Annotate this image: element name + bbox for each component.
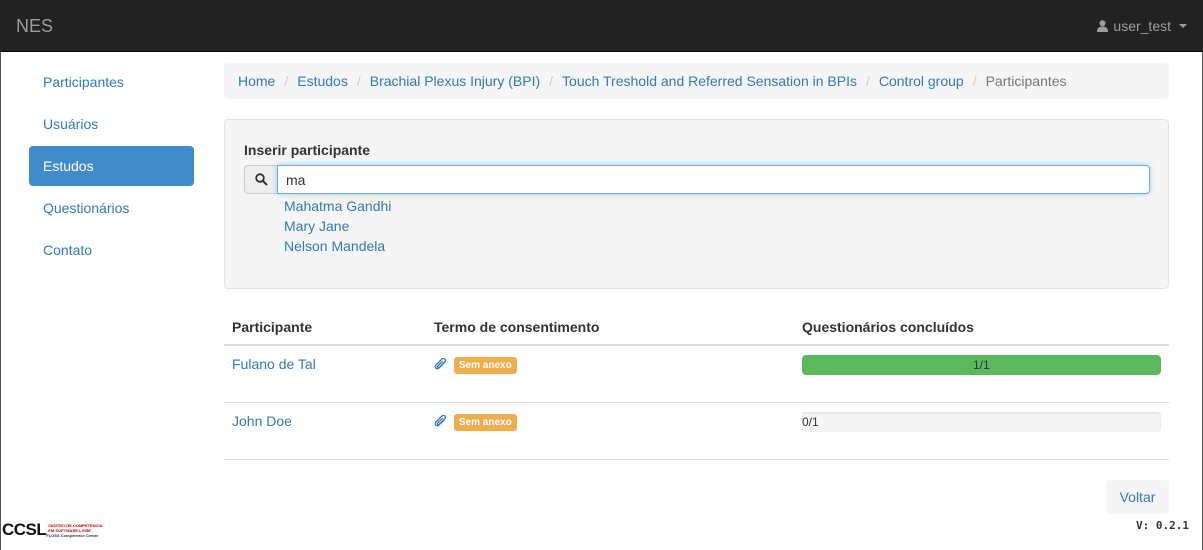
sidebar-item-questionarios[interactable]: Questionários (29, 188, 194, 228)
breadcrumb-estudos[interactable]: Estudos (297, 73, 348, 89)
sidebar-item-estudos[interactable]: Estudos (29, 146, 194, 186)
suggestion-item[interactable]: Mahatma Gandhi (284, 196, 391, 216)
insert-participant-label: Inserir participante (244, 142, 371, 158)
header-termo: Termo de consentimento (434, 319, 600, 335)
progress-bar: 0/1 (802, 412, 1161, 432)
version-label: V: 0.2.1 (1136, 519, 1189, 532)
suggestion-list: Mahatma Gandhi Mary Jane Nelson Mandela (284, 196, 391, 256)
no-attachment-badge: Sem anexo (453, 413, 517, 431)
consent-cell: Sem anexo (434, 356, 517, 374)
sidebar-item-usuarios[interactable]: Usuários (29, 104, 194, 144)
search-addon (244, 165, 278, 194)
participant-link[interactable]: John Doe (232, 413, 292, 429)
suggestion-item[interactable]: Nelson Mandela (284, 236, 391, 256)
brand-logo[interactable]: NES (16, 16, 53, 37)
paperclip-icon[interactable] (434, 415, 448, 429)
insert-participant-panel: Inserir participante Mahatma Gandhi Mary… (224, 119, 1169, 289)
sidebar: Participantes Usuários Estudos Questioná… (29, 62, 194, 272)
breadcrumb-separator: / (865, 73, 870, 89)
back-button[interactable]: Voltar (1106, 480, 1169, 514)
breadcrumb-study[interactable]: Brachial Plexus Injury (BPI) (370, 73, 540, 89)
progress-text: 0/1 (802, 415, 819, 429)
top-navbar: NES user_test (0, 0, 1203, 52)
frame-border-left (0, 52, 1, 550)
breadcrumb-experiment[interactable]: Touch Treshold and Referred Sensation in… (562, 73, 857, 89)
user-menu[interactable]: user_test (1097, 18, 1187, 34)
paperclip-icon[interactable] (434, 358, 448, 372)
breadcrumb: Home / Estudos / Brachial Plexus Injury … (224, 63, 1169, 99)
breadcrumb-home[interactable]: Home (238, 73, 275, 89)
logo-subtext-group: CENTRO DE COMPETÊNCIA EM SOFTWARE LIVRE … (46, 523, 104, 538)
table-row: John Doe Sem anexo 0/1 (224, 403, 1169, 460)
consent-cell: Sem anexo (434, 413, 517, 431)
participant-link[interactable]: Fulano de Tal (232, 356, 316, 372)
logo-subtext: CENTRO DE COMPETÊNCIA EM SOFTWARE LIVRE (48, 523, 103, 533)
header-participante: Participante (232, 319, 313, 335)
breadcrumb-separator: / (549, 73, 554, 89)
participant-search-input[interactable] (277, 165, 1150, 194)
progress-text: 1/1 (973, 358, 990, 372)
breadcrumb-group[interactable]: Control group (879, 73, 964, 89)
progress-bar: 1/1 (802, 355, 1161, 375)
breadcrumb-separator: / (356, 73, 361, 89)
table-row: Fulano de Tal Sem anexo 1/1 (224, 346, 1169, 403)
caret-down-icon (1179, 24, 1187, 28)
logo-main-text: CCSL (2, 520, 47, 539)
no-attachment-badge: Sem anexo (453, 356, 517, 374)
search-icon (255, 173, 268, 186)
breadcrumb-separator: / (284, 73, 289, 89)
breadcrumb-separator: / (972, 73, 977, 89)
sidebar-item-participantes[interactable]: Participantes (29, 62, 194, 102)
ccsl-logo: CCSL CENTRO DE COMPETÊNCIA EM SOFTWARE L… (2, 521, 104, 538)
header-questionarios: Questionários concluídos (802, 319, 974, 335)
table-header: Participante Termo de consentimento Ques… (224, 309, 1169, 346)
suggestion-item[interactable]: Mary Jane (284, 216, 391, 236)
sidebar-item-contato[interactable]: Contato (29, 230, 194, 270)
participants-table: Participante Termo de consentimento Ques… (224, 309, 1169, 460)
user-icon (1097, 20, 1109, 32)
user-name: user_test (1113, 18, 1171, 34)
logo-subtext-en: FLOSS Competence Center (46, 533, 99, 538)
breadcrumb-current: Participantes (985, 73, 1067, 89)
